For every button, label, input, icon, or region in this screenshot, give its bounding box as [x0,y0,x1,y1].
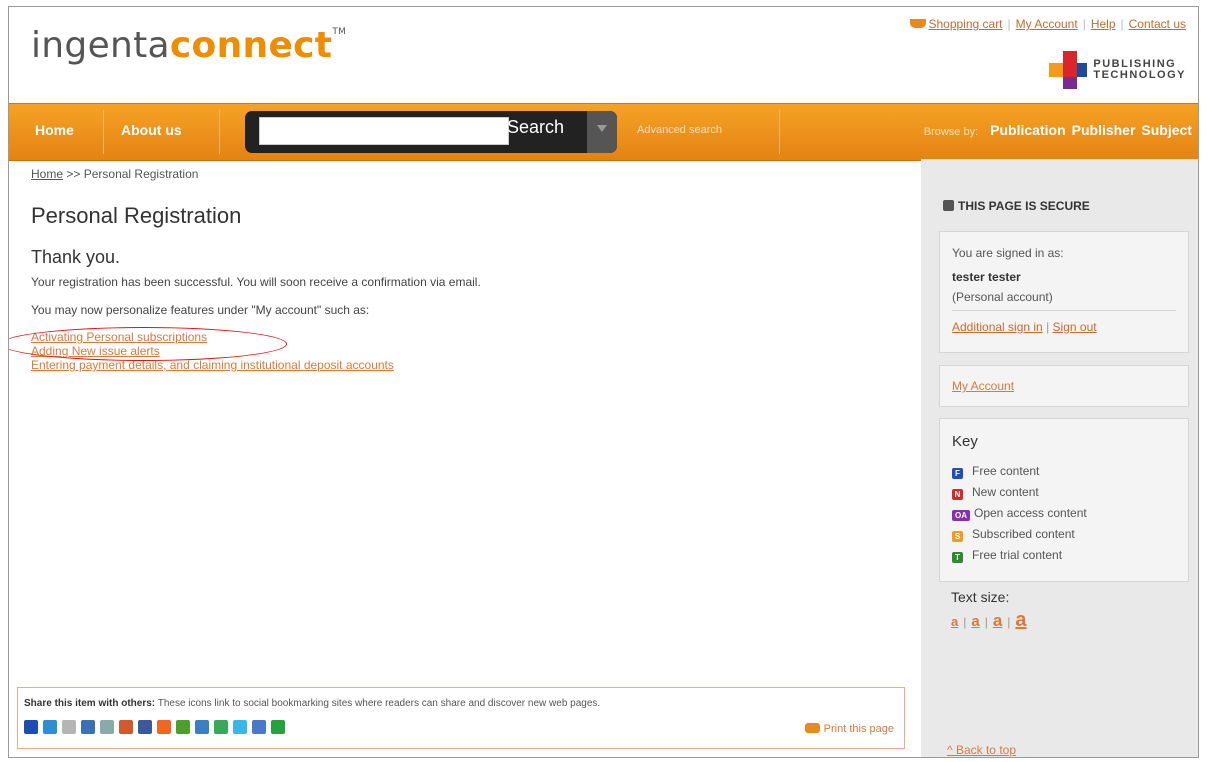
page-title: Personal Registration [31,203,242,228]
key-new-content: N New content [952,485,1039,500]
search-options-dropdown[interactable] [587,111,617,153]
breadcrumb-current: Personal Registration [83,167,199,181]
browse-by: Browse by: Publication Publisher Subject [924,122,1192,138]
personalize-message: You may now personalize features under "… [31,303,370,317]
breadcrumb: Home >> Personal Registration [31,167,199,181]
signed-in-label: You are signed in as: [952,246,1064,260]
text-size-options: a | a | a | a [951,609,1027,631]
publishing-technology-mark-icon [1049,51,1088,89]
nav-home[interactable]: Home [35,122,74,138]
text-size-xlarge[interactable]: a [1015,609,1026,631]
nav-divider [779,110,780,154]
search-box: Search [245,111,617,153]
furl-icon[interactable] [176,720,190,734]
share-text: Share this item with others: These icons… [24,698,601,709]
subscribed-content-icon: S [952,531,963,542]
sign-out-link[interactable]: Sign out [1053,320,1097,334]
reddit-icon[interactable] [119,720,133,734]
page-secure-notice: THIS PAGE IS SECURE [943,199,1090,213]
divider [952,310,1176,311]
publishing-technology-logo[interactable]: PUBLISHING TECHNOLOGY [1049,51,1186,89]
ma-gnolia-icon[interactable] [62,720,76,734]
stumbleupon-icon[interactable] [157,720,171,734]
back-to-top-link[interactable]: ^ Back to top [947,743,1016,757]
google-icon[interactable] [252,720,266,734]
my-account-sidebar-link[interactable]: My Account [952,379,1014,393]
key-free-content: F Free content [952,464,1039,479]
free-trial-icon: T [952,552,963,563]
technorati-icon[interactable] [214,720,228,734]
lock-icon [943,200,954,211]
slashdot-icon[interactable] [195,720,209,734]
text-size-large[interactable]: a [993,611,1002,630]
digg-like-icon[interactable] [81,720,95,734]
help-link[interactable]: Help [1091,17,1116,31]
twitter-icon[interactable] [233,720,247,734]
signed-in-box: You are signed in as: tester tester (Per… [939,231,1189,353]
social-bookmark-icons [24,720,285,734]
red-highlight-ellipse [9,327,287,361]
browse-subject[interactable]: Subject [1141,122,1192,138]
additional-sign-in-link[interactable]: Additional sign in [952,320,1043,334]
logo-part2: connect [169,25,333,66]
main-nav-bar: Home About us Search Advanced search Bro… [9,103,1198,161]
logo-part1: ingenta [31,25,170,66]
breadcrumb-home[interactable]: Home [31,167,63,181]
nav-divider [219,110,220,154]
thank-you-heading: Thank you. [31,247,121,267]
shopping-cart-icon [910,19,927,28]
ingentaconnect-logo[interactable]: ingentaconnectTM [31,25,346,66]
search-button[interactable]: Search [507,117,564,138]
entering-payment-details-link[interactable]: Entering payment details, and claiming i… [31,358,394,372]
browse-by-label: Browse by: [923,126,979,138]
addthis-icon[interactable] [271,720,285,734]
shopping-cart-link[interactable]: Shopping cart [928,17,1002,31]
chevron-down-icon [597,125,607,132]
logo-tm: TM [332,27,347,37]
new-content-icon: N [952,489,963,500]
print-this-page[interactable]: Print this page [804,722,894,735]
browse-publisher[interactable]: Publisher [1072,122,1136,138]
key-title: Key [952,433,978,450]
nav-about-us[interactable]: About us [121,122,182,138]
contact-us-link[interactable]: Contact us [1129,17,1186,31]
key-box: Key F Free content N New content OA Open ac… [939,418,1189,582]
free-content-icon: F [952,468,963,479]
page-frame: ingentaconnectTM Shopping cart | My Accoun… [8,6,1199,758]
text-size-medium[interactable]: a [971,613,979,630]
account-type: (Personal account) [952,290,1053,304]
netvibes-icon[interactable] [100,720,114,734]
hugg-icon[interactable] [43,720,57,734]
open-access-icon: OA [952,510,970,521]
facebook-icon[interactable] [138,720,152,734]
key-free-trial-content: T Free trial content [952,548,1062,563]
text-size-small[interactable]: a [951,614,958,629]
success-message: Your registration has been successful. Y… [31,275,481,289]
text-size-label: Text size: [951,589,1010,605]
share-box: Share this item with others: These icons… [17,687,905,749]
my-account-link[interactable]: My Account [1016,17,1078,31]
printer-icon [804,723,820,733]
top-links: Shopping cart | My Account | Help | Contact us [910,17,1186,31]
key-subscribed-content: S Subscribed content [952,527,1075,542]
search-input[interactable] [259,117,509,145]
right-sidebar: THIS PAGE IS SECURE You are signed in as… [921,159,1198,757]
key-open-access-content: OA Open access content [952,506,1087,521]
publisher-line2: TECHNOLOGY [1093,69,1186,81]
my-account-box: My Account [939,365,1189,407]
advanced-search-link[interactable]: Advanced search [637,124,722,136]
delicious-icon[interactable] [24,720,38,734]
nav-divider [103,110,104,154]
browse-publication[interactable]: Publication [990,122,1065,138]
user-name: tester tester [952,270,1021,284]
